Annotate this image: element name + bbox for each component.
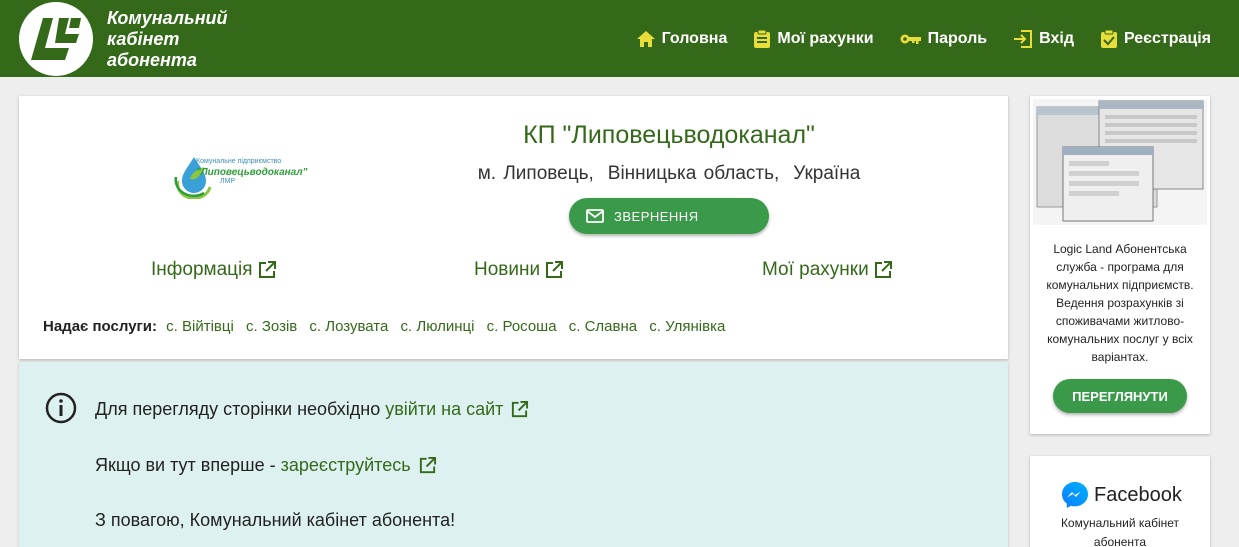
nav-my-bills[interactable]: Мої рахунки xyxy=(753,29,874,49)
brand-line-1: Комунальний xyxy=(107,8,228,28)
login-link-label: увійти на сайт xyxy=(385,399,504,419)
services-list: Надає послуги: с. Війтівці с. Зозів с. Л… xyxy=(43,318,728,335)
login-icon xyxy=(1014,29,1033,48)
service-village: с. Славна xyxy=(568,318,638,335)
location-country: Україна xyxy=(793,163,861,184)
logo-icon xyxy=(31,18,81,60)
external-link-icon xyxy=(512,400,529,418)
link-news[interactable]: Новини xyxy=(474,259,564,281)
appeal-button[interactable]: ЗВЕРНЕННЯ xyxy=(569,198,769,234)
notice-regards-text: З повагою, Комунальний кабінет абонента! xyxy=(95,510,456,530)
home-icon xyxy=(636,30,655,47)
nav-login-label: Вхід xyxy=(1039,29,1074,47)
service-village: с. Росоша xyxy=(486,318,557,335)
nav-register-label: Реєстрація xyxy=(1123,29,1211,47)
messenger-icon xyxy=(1062,482,1088,508)
service-village: с. Зозів xyxy=(246,318,298,335)
link-information[interactable]: Інформація xyxy=(151,259,277,281)
service-village: с. Лозувата xyxy=(309,318,389,335)
key-icon xyxy=(900,34,921,44)
main-nav: Головна Мої рахунки Пароль Вхід Реєстрац… xyxy=(610,0,1211,77)
nav-password[interactable]: Пароль xyxy=(900,29,988,48)
brand-line-3: абонента xyxy=(107,50,197,70)
organization-title: КП "Липовецьводоканал" xyxy=(523,121,815,149)
link-my-bills[interactable]: Мої рахунки xyxy=(762,259,893,281)
organization-logo: Комунальне підприємство "Липовецьводокан… xyxy=(174,151,344,199)
view-button[interactable]: ПЕРЕГЛЯНУТИ xyxy=(1053,379,1187,413)
logo-caption-name: "Липовецьводоканал" xyxy=(196,167,308,178)
link-news-label: Новини xyxy=(474,259,541,280)
login-notice-card: Для перегляду сторінки необхідно увійти … xyxy=(19,362,1008,547)
link-information-label: Інформація xyxy=(151,259,253,280)
brand-line-2: кабінет xyxy=(107,29,180,49)
facebook-card: Facebook Комунальний кабінет абонента xyxy=(1030,456,1210,547)
nav-register[interactable]: Реєстрація xyxy=(1100,29,1211,49)
external-link-icon xyxy=(419,456,436,474)
external-link-icon xyxy=(546,261,564,278)
logo-caption-sub: ЛМР xyxy=(220,178,236,185)
logo-caption-small: Комунальне підприємство xyxy=(196,158,282,165)
nav-password-label: Пароль xyxy=(927,29,988,47)
facebook-title: Facebook xyxy=(1094,483,1182,506)
login-link[interactable]: увійти на сайт xyxy=(385,399,529,420)
register-link[interactable]: зареєструйтесь xyxy=(281,455,437,476)
nav-my-bills-label: Мої рахунки xyxy=(777,29,874,47)
register-link-label: зареєструйтесь xyxy=(280,455,411,475)
organization-links: Інформація Новини Мої рахунки xyxy=(19,259,1008,283)
info-icon xyxy=(45,392,77,424)
software-promo-card: Logic Land Абонентська служба - програма… xyxy=(1030,96,1210,434)
top-navbar: Комунальний кабінет абонента Головна Мої… xyxy=(0,0,1239,77)
notice-register-text: Якщо ви тут вперше - xyxy=(95,455,276,475)
facebook-page-name: Комунальний кабінет абонента xyxy=(1060,516,1180,547)
site-brand-title: Комунальний кабінет абонента xyxy=(107,8,257,71)
services-label: Надає послуги: xyxy=(43,318,157,335)
mail-icon xyxy=(586,209,604,223)
service-village: с. Улянівка xyxy=(649,318,726,335)
external-link-icon xyxy=(258,261,276,278)
nav-home[interactable]: Головна xyxy=(636,29,728,48)
facebook-header[interactable]: Facebook xyxy=(1060,480,1182,510)
clipboard-icon xyxy=(754,29,771,48)
nav-home-label: Головна xyxy=(661,29,728,47)
notice-register-line: Якщо ви тут вперше - зареєструйтесь xyxy=(95,455,437,476)
appeal-button-label: ЗВЕРНЕННЯ xyxy=(614,208,699,224)
notice-login-line: Для перегляду сторінки необхідно увійти … xyxy=(95,399,529,420)
location-city: м. Липовець, xyxy=(477,163,594,184)
clipboard-check-icon xyxy=(1100,29,1117,48)
service-village: с. Війтівці xyxy=(166,318,234,335)
notice-login-text: Для перегляду сторінки необхідно xyxy=(95,399,381,419)
service-village: с. Люлинці xyxy=(400,318,475,335)
site-logo[interactable] xyxy=(19,2,93,76)
software-screenshot-image xyxy=(1033,99,1207,225)
organization-location: м. Липовець, Вінницька область, Україна xyxy=(439,163,899,185)
nav-login[interactable]: Вхід xyxy=(1013,29,1074,49)
software-description: Logic Land Абонентська служба - програма… xyxy=(1046,242,1194,364)
link-my-bills-label: Мої рахунки xyxy=(762,259,869,280)
location-region: Вінницька область, xyxy=(607,163,780,184)
organization-card: Комунальне підприємство "Липовецьводокан… xyxy=(19,96,1008,359)
external-link-icon xyxy=(874,261,892,278)
notice-regards-line: З повагою, Комунальний кабінет абонента! xyxy=(95,510,455,531)
